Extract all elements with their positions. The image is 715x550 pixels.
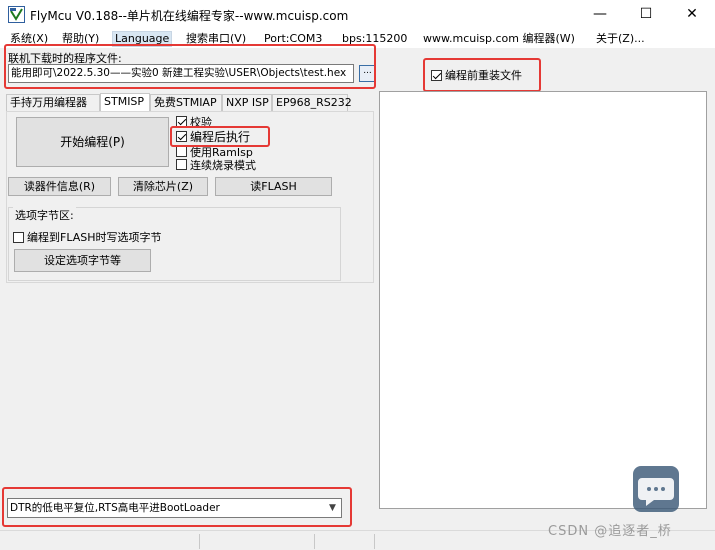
verify-checkbox[interactable] bbox=[176, 116, 187, 127]
reload-before-program-label: 编程前重装文件 bbox=[445, 69, 522, 82]
continuous-burn-label: 连续烧录模式 bbox=[190, 158, 256, 172]
read-flash-button[interactable]: 读FLASH bbox=[215, 177, 332, 196]
boot-mode-selected-value: DTR的低电平复位,RTS高电平进BootLoader bbox=[10, 502, 220, 514]
minimize-button[interactable]: — bbox=[577, 0, 623, 28]
window-title: FlyMcu V0.188--单片机在线编程专家--www.mcuisp.com bbox=[30, 9, 349, 23]
menu-search-port[interactable]: 搜索串口(V) bbox=[184, 31, 248, 47]
tab-free-stmiap[interactable]: 免费STMIAP bbox=[150, 94, 222, 111]
verify-option[interactable]: 校验 bbox=[176, 115, 212, 129]
flymcu-app-icon bbox=[8, 6, 25, 23]
set-option-bytes-button[interactable]: 设定选项字节等 bbox=[14, 249, 151, 272]
run-after-program-label: 编程后执行 bbox=[190, 129, 251, 144]
status-segment bbox=[0, 534, 200, 549]
status-segment bbox=[200, 534, 315, 549]
output-log-area[interactable] bbox=[379, 91, 707, 509]
boot-mode-select[interactable]: DTR的低电平复位,RTS高电平进BootLoader ▼ bbox=[7, 498, 342, 518]
run-after-program-checkbox[interactable] bbox=[176, 130, 187, 142]
menu-bar: 系统(X) 帮助(Y) Language 搜索串口(V) Port:COM3 b… bbox=[0, 30, 715, 48]
tab-handheld-programmer[interactable]: 手持万用编程器 bbox=[6, 94, 100, 111]
status-segment bbox=[315, 534, 375, 549]
continuous-burn-option[interactable]: 连续烧录模式 bbox=[176, 158, 256, 172]
tab-ep968-rs232[interactable]: EP968_RS232 bbox=[272, 94, 352, 111]
write-option-bytes-label: 编程到FLASH时写选项字节 bbox=[27, 231, 162, 244]
write-option-bytes-option[interactable]: 编程到FLASH时写选项字节 bbox=[13, 229, 162, 245]
option-bytes-title: 选项字节区: bbox=[13, 207, 76, 223]
erase-chip-button[interactable]: 清除芯片(Z) bbox=[118, 177, 208, 196]
reload-before-program-option[interactable]: 编程前重装文件 bbox=[431, 67, 522, 83]
menu-language[interactable]: Language bbox=[112, 31, 173, 47]
use-ramisp-checkbox[interactable] bbox=[176, 146, 187, 157]
menu-programmer[interactable]: www.mcuisp.com 编程器(W) bbox=[421, 31, 577, 47]
run-after-program-option[interactable]: 编程后执行 bbox=[176, 129, 251, 144]
menu-system[interactable]: 系统(X) bbox=[8, 31, 50, 47]
reload-before-program-checkbox[interactable] bbox=[431, 69, 442, 81]
tab-stmisp[interactable]: STMISP bbox=[100, 93, 150, 112]
read-device-info-button[interactable]: 读器件信息(R) bbox=[8, 177, 111, 196]
program-file-path-input[interactable]: 能用即可\2022.5.30——实验0 新建工程实验\USER\Objects\… bbox=[8, 64, 354, 83]
csdn-watermark: CSDN @追逐者_桥 bbox=[548, 524, 672, 539]
menu-help[interactable]: 帮助(Y) bbox=[60, 31, 101, 47]
title-bar: FlyMcu V0.188--单片机在线编程专家--www.mcuisp.com… bbox=[0, 0, 715, 30]
continuous-burn-checkbox[interactable] bbox=[176, 159, 187, 170]
write-option-bytes-checkbox[interactable] bbox=[13, 231, 24, 243]
browse-file-button[interactable]: ... bbox=[359, 65, 376, 82]
tab-nxp-isp[interactable]: NXP ISP bbox=[222, 94, 272, 111]
chevron-down-icon[interactable]: ▼ bbox=[324, 499, 341, 517]
maximize-button[interactable]: ☐ bbox=[623, 0, 669, 28]
menu-port[interactable]: Port:COM3 bbox=[262, 31, 324, 47]
start-program-button[interactable]: 开始编程(P) bbox=[16, 117, 169, 167]
chat-bubble-icon[interactable] bbox=[633, 466, 679, 512]
menu-about[interactable]: 关于(Z)... bbox=[594, 31, 647, 47]
menu-baudrate[interactable]: bps:115200 bbox=[340, 31, 409, 47]
close-button[interactable]: ✕ bbox=[669, 0, 715, 28]
